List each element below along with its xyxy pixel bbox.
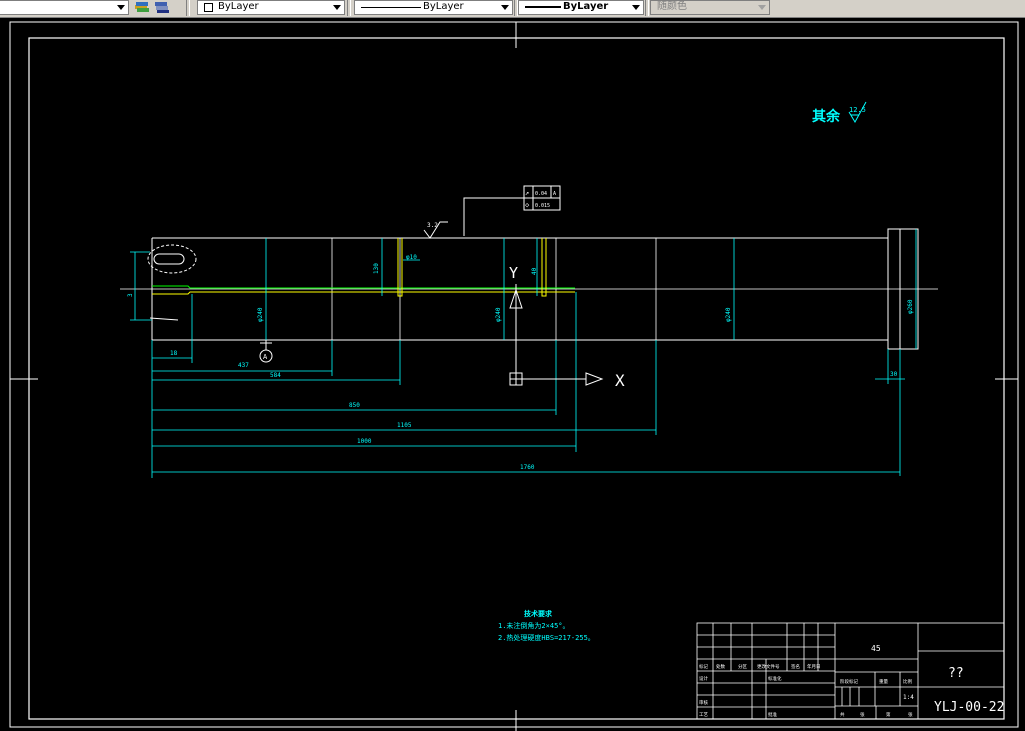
tb-label: 标准化	[768, 675, 782, 682]
tolerance-datum: A	[553, 191, 556, 197]
tb-label: 签名	[791, 663, 800, 670]
chevron-down-icon	[632, 5, 640, 10]
layer-toolbar-icons	[135, 2, 169, 13]
plotstyle-combo-value: 随颜色	[657, 1, 687, 12]
runout-icon: ↗	[525, 189, 529, 197]
datum-label: A	[263, 353, 268, 361]
chevron-down-icon	[333, 5, 341, 10]
chevron-down-icon	[758, 5, 766, 10]
tb-label: 共	[840, 711, 845, 718]
layer-combo[interactable]	[0, 0, 129, 15]
dim-phi-d: φ260	[907, 299, 914, 314]
tech-req-line2: 2.热处理硬度HBS=217-255。	[498, 633, 595, 642]
dim-1000: 1000	[357, 438, 372, 445]
tb-label: 重量	[879, 678, 888, 685]
properties-toolbar: ByLayer ByLayer ByLayer 随颜色	[0, 0, 1025, 18]
dim-437: 437	[238, 362, 249, 369]
color-combo[interactable]: ByLayer	[197, 0, 345, 15]
title-block-scale: 1:4	[903, 694, 914, 701]
title-block-drawing-no: YLJ-00-22	[934, 700, 1004, 715]
dim-30: 30	[890, 371, 898, 378]
linetype-combo-value: ByLayer	[423, 1, 464, 12]
dim-phi-c: φ240	[725, 307, 732, 322]
toolbar-separator	[347, 0, 351, 16]
tb-label: 设计	[699, 675, 708, 682]
tb-label: 第	[886, 711, 891, 718]
keyway-slot	[153, 253, 185, 265]
linetype-combo[interactable]: ByLayer	[354, 0, 513, 15]
tech-req-line1: 1.未注倒角为2×45°。	[498, 621, 570, 630]
tolerance-leader	[463, 197, 524, 236]
dim-phi-a: φ240	[257, 307, 264, 322]
roughness-note-label: 其余	[812, 108, 841, 125]
layer-states-icon[interactable]	[155, 2, 169, 13]
tb-label: 处数	[716, 663, 725, 670]
title-block-material: 45	[871, 644, 881, 653]
lineweight-combo[interactable]: ByLayer	[518, 0, 644, 15]
tb-label: 审核	[699, 699, 708, 706]
drawing-canvas[interactable]: 其余 12.5 18 437 584 850 1105 1000 1760 30…	[0, 18, 1025, 731]
linetype-preview	[361, 7, 421, 8]
tolerance-cylindricity-value: 0.015	[535, 203, 550, 209]
tb-label: 年月日	[807, 663, 821, 670]
dimension-lines	[130, 229, 917, 478]
keyway-detail	[147, 244, 197, 274]
chevron-down-icon	[117, 5, 125, 10]
title-block-part-name: ??	[948, 666, 964, 681]
tb-label: 工艺	[699, 712, 708, 718]
color-combo-value: ByLayer	[218, 1, 259, 12]
tb-label: 比例	[903, 678, 912, 685]
dim-18: 18	[170, 350, 178, 357]
chevron-down-icon	[501, 5, 509, 10]
cylindricity-icon: ◇	[525, 201, 530, 209]
dim-850: 850	[349, 402, 360, 409]
toolbar-separator	[186, 0, 190, 16]
dim-40: 40	[531, 267, 538, 275]
tb-label: 张	[860, 711, 865, 718]
dim-584: 584	[270, 372, 281, 379]
ucs-y-label: Y	[509, 264, 518, 282]
plotstyle-combo: 随颜色	[650, 0, 770, 15]
dim-1760: 1760	[520, 464, 535, 471]
tb-label: 标记	[699, 663, 708, 670]
toolbar-separator	[645, 0, 649, 16]
tb-label: 批准	[768, 711, 777, 718]
dim-130: 130	[373, 263, 380, 274]
tech-req-title: 技术要求	[524, 609, 553, 618]
layer-stack-icon[interactable]	[135, 2, 149, 12]
lineweight-preview	[525, 6, 561, 8]
dim-phi10: φ10	[406, 254, 417, 261]
color-swatch-icon	[204, 3, 213, 12]
surface-finish-value: 3.2	[427, 222, 438, 229]
dim-3: 3	[127, 293, 134, 297]
tb-label: 分区	[738, 663, 747, 670]
ucs-x-label: X	[615, 371, 625, 390]
dim-phi-b: φ240	[495, 307, 502, 322]
dim-1105: 1105	[397, 422, 412, 429]
tb-label: 阶段标记	[840, 678, 858, 685]
lineweight-combo-value: ByLayer	[563, 1, 609, 12]
tb-label: 张	[908, 711, 913, 718]
tolerance-runout-value: 0.04	[535, 191, 547, 197]
tb-label: 更改文件号	[757, 663, 780, 670]
